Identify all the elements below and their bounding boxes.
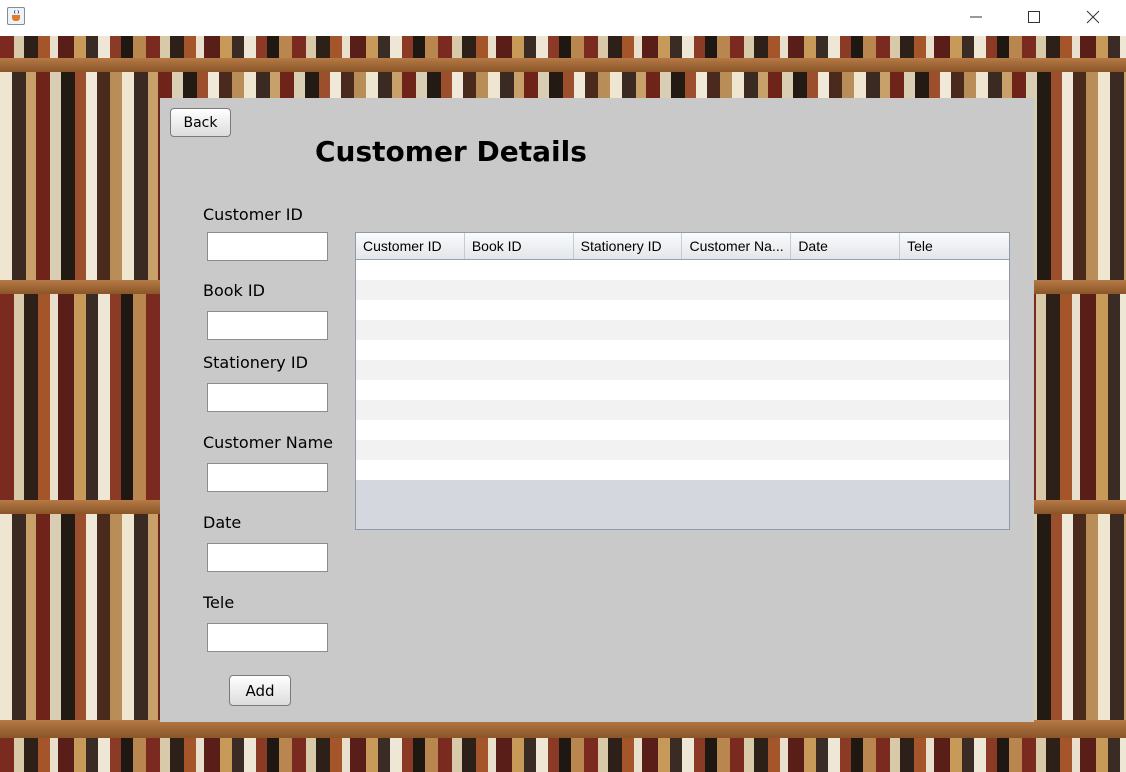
book-id-label: Book ID: [203, 281, 265, 300]
customer-id-label: Customer ID: [203, 205, 303, 224]
table-row[interactable]: [356, 260, 1009, 280]
maximize-icon: [1028, 11, 1040, 23]
window-title-bar: [0, 0, 1126, 36]
close-button[interactable]: [1064, 0, 1122, 34]
table-row[interactable]: [356, 320, 1009, 340]
table-row[interactable]: [356, 300, 1009, 320]
stationery-id-label: Stationery ID: [203, 353, 308, 372]
column-header-book-id[interactable]: Book ID: [465, 233, 574, 259]
column-header-date[interactable]: Date: [791, 233, 901, 259]
customer-name-label: Customer Name: [203, 433, 334, 452]
tele-label: Tele: [203, 593, 235, 612]
minimize-icon: [970, 16, 982, 18]
table-row[interactable]: [356, 440, 1009, 460]
table-row[interactable]: [356, 420, 1009, 440]
table-header: Customer ID Book ID Stationery ID Custom…: [356, 233, 1009, 260]
page-title: Customer Details: [315, 135, 587, 168]
table-row[interactable]: [356, 460, 1009, 480]
customer-id-input[interactable]: [207, 232, 328, 261]
book-id-input[interactable]: [207, 311, 328, 340]
table-body[interactable]: [356, 260, 1009, 480]
customer-details-panel: Back Customer Details Customer ID Book I…: [160, 98, 1034, 722]
column-header-tele[interactable]: Tele: [900, 233, 1009, 259]
table-row[interactable]: [356, 380, 1009, 400]
column-header-stationery-id[interactable]: Stationery ID: [574, 233, 683, 259]
column-header-customer-name[interactable]: Customer Na...: [682, 233, 792, 259]
stationery-id-input[interactable]: [207, 383, 328, 412]
minimize-button[interactable]: [947, 0, 1005, 34]
table-row[interactable]: [356, 360, 1009, 380]
java-app-icon[interactable]: [7, 7, 25, 25]
close-icon: [1086, 10, 1100, 24]
back-button[interactable]: Back: [170, 108, 231, 137]
date-input[interactable]: [207, 543, 328, 572]
table-row[interactable]: [356, 400, 1009, 420]
maximize-button[interactable]: [1005, 0, 1063, 34]
date-label: Date: [203, 513, 242, 532]
customer-name-input[interactable]: [207, 463, 328, 492]
table-row[interactable]: [356, 340, 1009, 360]
add-button[interactable]: Add: [229, 675, 291, 706]
column-header-customer-id[interactable]: Customer ID: [356, 233, 465, 259]
table-row[interactable]: [356, 280, 1009, 300]
tele-input[interactable]: [207, 623, 328, 652]
customer-table[interactable]: Customer ID Book ID Stationery ID Custom…: [355, 232, 1010, 530]
